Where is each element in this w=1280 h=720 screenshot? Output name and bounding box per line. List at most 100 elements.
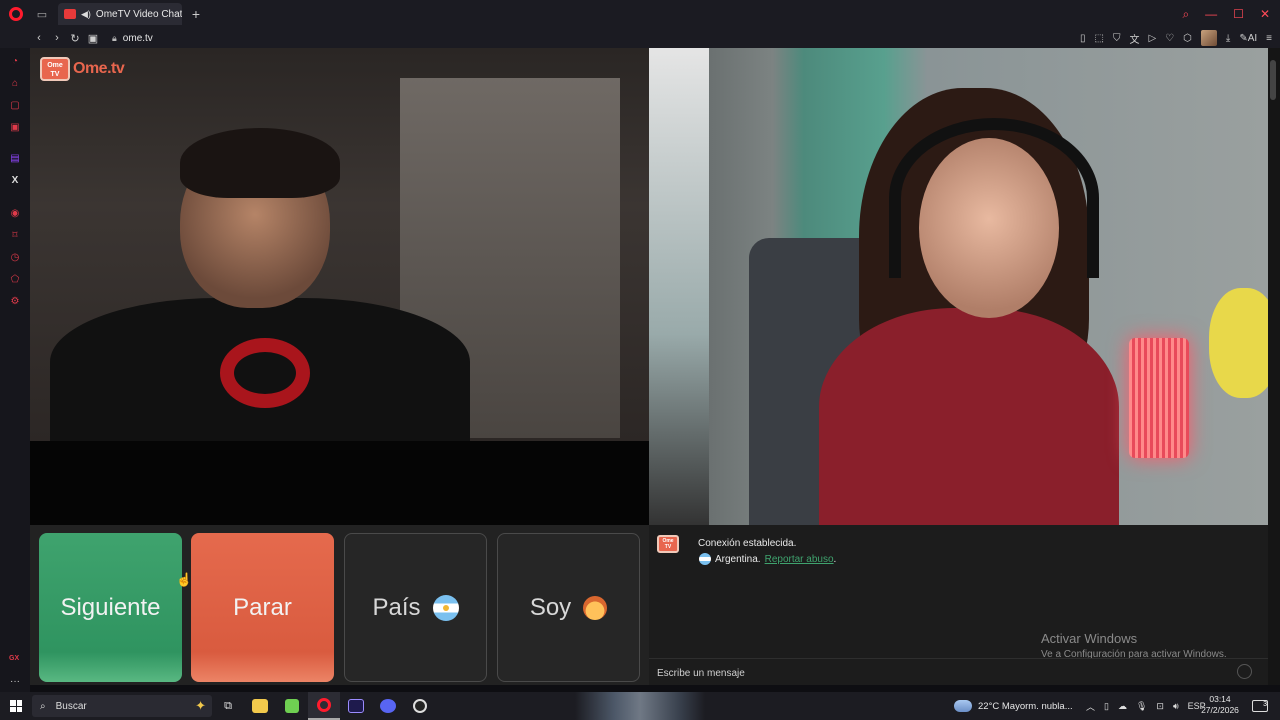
search-tabs-icon[interactable]: ⌕	[1182, 7, 1189, 22]
bookmarks-icon[interactable]: ⌑	[9, 230, 21, 242]
taskbar-thumbnail-preview	[575, 692, 705, 720]
volume-icon[interactable]: 🔊︎	[1173, 701, 1179, 712]
player-icon[interactable]: ▷	[1148, 33, 1156, 44]
taskbar-clock[interactable]: 03:14 27/2/2026	[1200, 694, 1240, 716]
camera-icon[interactable]: ▣	[84, 32, 102, 45]
task-view-icon: ⧉	[224, 699, 232, 712]
maximize-button[interactable]: ☐	[1233, 7, 1244, 21]
premiere-button[interactable]	[340, 692, 372, 720]
ometv-logo-text: Ome.tv	[73, 60, 125, 77]
minimize-button[interactable]: —	[1205, 7, 1217, 21]
windows-logo-icon	[10, 700, 22, 712]
taskbar-search[interactable]: ⌕ Buscar ✦	[32, 695, 212, 717]
shopping-icon[interactable]: ⌂	[9, 78, 21, 90]
chat-country: Argentina.	[715, 553, 761, 565]
person-hair	[180, 128, 340, 198]
local-video	[30, 48, 649, 441]
report-suffix: .	[833, 553, 837, 565]
onedrive-icon[interactable]: ☁	[1118, 701, 1127, 712]
scrollbar-track[interactable]	[1268, 48, 1280, 685]
next-button[interactable]: Siguiente	[39, 533, 182, 682]
menu-icon[interactable]: ≡	[1266, 33, 1272, 44]
notification-center-icon[interactable]: 3	[1252, 700, 1268, 712]
weather-widget[interactable]: 22°C Mayorm. nubla...	[954, 692, 1073, 720]
ai-button[interactable]: ✎AI	[1239, 33, 1257, 44]
person-shirt	[819, 308, 1119, 525]
more-icon[interactable]: ···	[10, 676, 20, 687]
download-icon[interactable]: ⤓	[1226, 33, 1230, 44]
chat-message-input[interactable]	[657, 665, 1217, 681]
report-abuse-link[interactable]: Reportar abuso	[765, 554, 834, 565]
watermark-title: Activar Windows	[1041, 631, 1138, 646]
profile-avatar[interactable]	[1200, 30, 1217, 46]
opera-gx-icon	[317, 698, 331, 712]
gender-button[interactable]: Soy	[497, 533, 640, 682]
mouse-cursor-icon: ☝	[176, 572, 193, 587]
opera-gx-taskbar-button[interactable]	[308, 692, 340, 720]
heart-icon[interactable]: ♡	[1165, 33, 1174, 44]
headset	[889, 118, 1099, 278]
extensions-sidebar-icon[interactable]: ⬠	[9, 274, 21, 286]
chat-status-message: Conexión establecida.	[698, 538, 797, 549]
controls-panel: Siguiente Parar País Soy	[30, 525, 649, 685]
tab-title: OmeTV Video Chat — :	[95, 8, 182, 20]
argentina-flag-icon	[699, 553, 711, 565]
app-b-button[interactable]	[276, 692, 308, 720]
remote-video	[649, 48, 1268, 525]
chat-panel: Ome TV Conexión establecida. Argentina. …	[649, 525, 1268, 660]
argentina-flag-icon	[432, 594, 459, 621]
bookmark-icon[interactable]: ▯	[1080, 33, 1086, 44]
glowing-lamp	[1129, 338, 1189, 458]
player-sidebar-icon[interactable]: ▣	[9, 122, 21, 134]
ometv-logo: Ome TV Ome.tv	[40, 57, 125, 81]
search-icon: ⌕	[40, 700, 46, 712]
settings-icon[interactable]: ⚙	[9, 296, 21, 308]
file-explorer-button[interactable]	[244, 692, 276, 720]
copilot-sparkle-icon: ✦	[195, 698, 206, 713]
speed-dial-icon[interactable]: ◔	[9, 56, 21, 68]
boy-emoji-icon	[583, 595, 608, 620]
microphone-icon[interactable]: 🎙︎	[1136, 701, 1147, 712]
history-icon[interactable]: ◷	[9, 252, 21, 264]
stop-button-label: Parar	[233, 593, 292, 621]
ometv-favicon-icon	[64, 9, 76, 19]
snapshot-icon[interactable]: ⬚	[1095, 33, 1104, 44]
tray-app-icon[interactable]: ▯	[1104, 701, 1109, 712]
translate-icon[interactable]: 文	[1129, 31, 1139, 46]
start-button[interactable]	[0, 692, 32, 720]
discord-button[interactable]	[372, 692, 404, 720]
gender-button-label: Soy	[529, 593, 572, 621]
play-icon[interactable]: ◉	[9, 208, 21, 220]
obs-button[interactable]	[404, 692, 436, 720]
url-field[interactable]: 🔒︎ ome.tv	[112, 33, 153, 44]
new-tab-button[interactable]: +	[186, 6, 206, 22]
shield-icon[interactable]: ⛉	[1113, 33, 1121, 44]
opera-menu-button[interactable]	[0, 0, 32, 28]
messenger-icon[interactable]: ▢	[9, 100, 21, 112]
system-tray: ︿ ▯ ☁ 🎙︎ ⊡ 🔊︎ ESP	[1086, 692, 1206, 720]
clock-date: 27/2/2026	[1201, 705, 1239, 715]
gx-label: GX	[9, 655, 20, 662]
twitch-icon[interactable]: ▤	[9, 153, 21, 165]
emoji-icon[interactable]	[1237, 664, 1252, 679]
show-hidden-icons-chevron-icon[interactable]: ︿	[1086, 700, 1095, 713]
task-view-button[interactable]: ⧉	[212, 692, 244, 720]
scrollbar-thumb[interactable]	[1270, 60, 1276, 100]
tab-island-icon[interactable]: ▭	[32, 0, 52, 28]
ometv-chat-logo-icon: Ome TV	[657, 535, 679, 553]
back-button[interactable]: ‹	[30, 32, 48, 44]
x-twitter-icon[interactable]: X	[9, 175, 21, 187]
premiere-icon	[348, 699, 364, 713]
close-button[interactable]: ✕	[1260, 7, 1270, 21]
windows-activation-watermark: Activar Windows Ve a Configuración para …	[1041, 631, 1227, 660]
extensions-icon[interactable]: ⬡	[1183, 33, 1192, 44]
stop-button[interactable]: Parar	[191, 533, 334, 682]
forward-button[interactable]: ›	[48, 32, 66, 44]
country-button-label: País	[372, 593, 421, 621]
tab-ometv[interactable]: ◀) OmeTV Video Chat — :	[58, 3, 182, 25]
country-button[interactable]: País	[344, 533, 487, 682]
taskbar-search-placeholder: Buscar	[55, 700, 87, 712]
network-icon[interactable]: ⊡	[1156, 701, 1164, 712]
speaker-icon[interactable]: ◀)	[81, 9, 91, 20]
reload-button[interactable]: ↻	[66, 32, 84, 45]
